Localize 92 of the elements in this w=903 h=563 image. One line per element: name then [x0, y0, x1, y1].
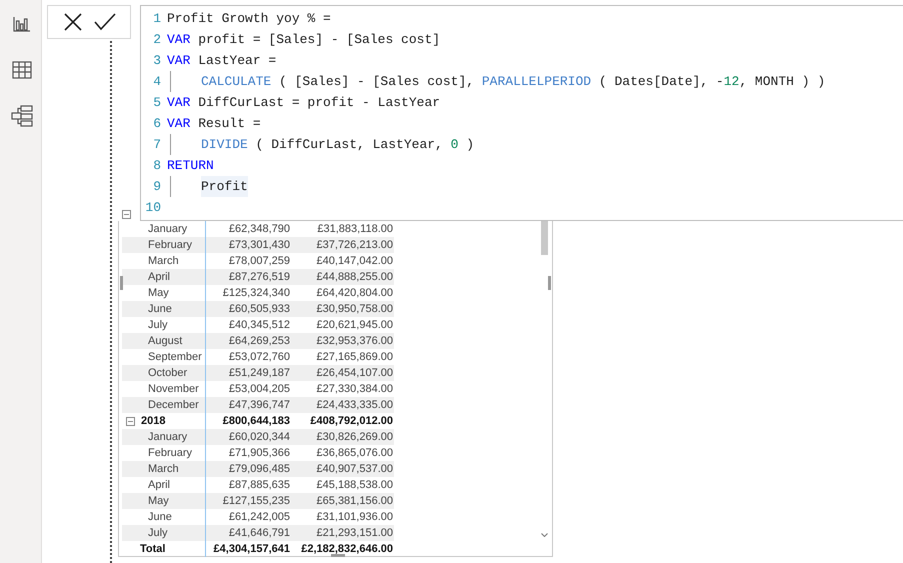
total-label: Total: [140, 543, 166, 555]
line-number: 1: [152, 10, 161, 28]
code-line: VAR profit = [Sales] - [Sales cost]: [167, 31, 440, 49]
month-label: April: [148, 479, 170, 491]
table-cell: £4,304,157,641: [214, 543, 290, 555]
month-label: July: [148, 319, 168, 331]
line-number: 7: [152, 136, 161, 154]
collapse-icon[interactable]: [122, 210, 131, 219]
month-label: June: [148, 511, 172, 523]
code-line: VAR DiffCurLast = profit - LastYear: [167, 94, 440, 112]
table-cell: £71,905,366: [228, 447, 290, 459]
table-cell: £27,330,384.00: [316, 383, 393, 395]
code-line: VAR Result =: [167, 115, 261, 133]
year-label: 2018: [141, 415, 166, 427]
line-number: 2: [152, 31, 161, 49]
table-cell: £30,826,269.00: [316, 431, 393, 443]
bar-chart-icon[interactable]: [13, 16, 31, 32]
table-cell: £26,454,107.00: [316, 367, 393, 379]
table-cell: £27,165,869.00: [316, 351, 393, 363]
formula-editor[interactable]: [140, 5, 903, 221]
table-cell: £40,345,512: [228, 319, 290, 331]
check-button[interactable]: [94, 11, 116, 33]
table-cell: £40,147,042.00: [316, 255, 393, 267]
table-cell: £78,007,259: [228, 255, 290, 267]
close-button[interactable]: [62, 11, 84, 33]
month-label: September: [148, 351, 202, 363]
table-cell: £79,096,485: [228, 463, 290, 475]
table-cell: £87,276,519: [228, 271, 290, 283]
table-cell: £125,324,340: [222, 287, 290, 299]
line-number: 10: [144, 199, 161, 217]
table-icon[interactable]: [12, 61, 32, 79]
month-label: August: [148, 335, 182, 347]
table-cell: £36,865,076.00: [316, 447, 393, 459]
month-label: March: [148, 463, 179, 475]
table-cell: £800,644,183: [222, 415, 290, 427]
table-cell: £32,953,376.00: [316, 335, 393, 347]
table-cell: £21,293,151.00: [316, 527, 393, 539]
table-cell: £31,101,936.00: [316, 511, 393, 523]
table-cell: £31,883,118.00: [317, 223, 393, 235]
table-cell: £37,726,213.00: [316, 239, 393, 251]
table-cell: £24,433,335.00: [316, 399, 393, 411]
table-cell: £41,646,791: [228, 527, 290, 539]
line-number: 8: [152, 157, 161, 175]
code-line: DIVIDE ( DiffCurLast, LastYear, 0 ): [167, 134, 474, 155]
code-line: Profit Growth yoy % =: [167, 10, 331, 28]
line-number: 9: [152, 178, 161, 196]
table-cell: £2,182,832,646.00: [301, 543, 393, 555]
table-cell: £73,301,430: [228, 239, 290, 251]
code-line: Profit: [167, 176, 248, 197]
month-label: July: [148, 527, 168, 539]
table-cell: £53,072,760: [228, 351, 290, 363]
code-line: VAR LastYear =: [167, 52, 276, 70]
month-label: December: [148, 399, 199, 411]
scroll-down-icon[interactable]: [541, 533, 548, 537]
table-cell: £62,348,790: [228, 223, 290, 235]
month-label: February: [148, 447, 192, 459]
code-line: RETURN: [167, 157, 214, 175]
line-number: 5: [152, 94, 161, 112]
line-number: 4: [152, 73, 161, 91]
line-number: 6: [152, 115, 161, 133]
month-label: November: [148, 383, 199, 395]
month-label: October: [148, 367, 188, 379]
table-cell: £64,269,253: [228, 335, 290, 347]
code-line: CALCULATE ( [Sales] - [Sales cost], PARALLELPERIOD ( Dates[Date], -12, MONTH ) ): [167, 71, 826, 92]
scrollbar-thumb[interactable]: [541, 221, 548, 255]
table-cell: £408,792,012.00: [310, 415, 393, 427]
table-cell: £30,950,758.00: [316, 303, 393, 315]
table-cell: £127,155,235: [222, 495, 290, 507]
line-number: 3: [152, 52, 161, 70]
table-cell: £61,242,005: [228, 511, 290, 523]
month-label: April: [148, 271, 170, 283]
table-cell: £51,249,187: [228, 367, 290, 379]
table-cell: £20,621,945.00: [316, 319, 393, 331]
month-label: February: [148, 239, 192, 251]
collapse-icon[interactable]: [126, 416, 135, 426]
table-cell: £44,888,255.00: [316, 271, 393, 283]
table-cell: £40,907,537.00: [316, 463, 393, 475]
month-label: May: [148, 287, 169, 299]
month-label: March: [148, 255, 179, 267]
model-icon[interactable]: [11, 105, 33, 127]
table-cell: £60,505,933: [228, 303, 290, 315]
table-cell: £87,885,635: [228, 479, 290, 491]
table-cell: £65,381,156.00: [316, 495, 393, 507]
month-label: May: [148, 495, 169, 507]
table-cell: £64,420,804.00: [316, 287, 393, 299]
table-cell: £60,020,344: [228, 431, 290, 443]
table-cell: £47,396,747: [228, 399, 290, 411]
month-label: June: [148, 303, 172, 315]
table-cell: £45,188,538.00: [316, 479, 393, 491]
month-label: January: [148, 223, 188, 235]
table-cell: £53,004,205: [228, 383, 290, 395]
month-label: January: [148, 431, 188, 443]
